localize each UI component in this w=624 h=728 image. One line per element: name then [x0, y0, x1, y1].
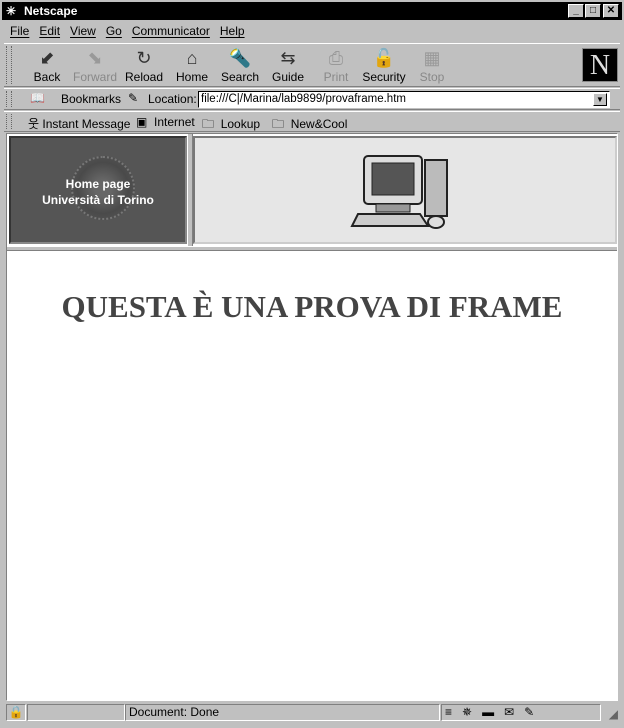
guide-signpost-icon: ⇆: [280, 48, 296, 68]
location-toolbar: 📖 Bookmarks ✎ Location: file:///C|/Marin…: [4, 88, 620, 110]
folder-icon: 🗀: [202, 117, 215, 131]
stop-icon: ▦: [423, 48, 441, 68]
home-icon: ⌂: [186, 48, 198, 68]
forward-button[interactable]: ⬊ Forward: [72, 46, 118, 84]
search-label: Search: [220, 70, 260, 84]
security-button[interactable]: 🔓 Security: [361, 46, 407, 84]
component-grip-icon[interactable]: ≡: [445, 705, 462, 719]
url-input[interactable]: file:///C|/Marina/lab9899/provaframe.htm…: [198, 91, 610, 108]
toolbar-grip[interactable]: [6, 46, 12, 84]
stop-label: Stop: [419, 70, 445, 84]
new-cool-label: New&Cool: [290, 117, 348, 131]
status-text: Document: Done: [125, 704, 440, 721]
personal-toolbar: 웃 Instant Message ▣ Internet 🗀 Lookup 🗀 …: [4, 111, 620, 132]
url-dropdown-button[interactable]: ▼: [593, 93, 607, 106]
toolbar-grip[interactable]: [6, 91, 12, 107]
menu-go[interactable]: Go: [106, 24, 122, 38]
url-text: file:///C|/Marina/lab9899/provaframe.htm: [201, 93, 406, 105]
menu-help[interactable]: Help: [220, 24, 245, 38]
internet-button[interactable]: ▣ Internet: [136, 115, 195, 129]
menu-communicator[interactable]: Communicator: [132, 24, 210, 38]
print-button[interactable]: ⎙ Print: [313, 46, 359, 84]
title-bar: ✳ Netscape _ □ ✕: [2, 2, 622, 20]
bookmarks-button[interactable]: Bookmarks: [61, 92, 121, 106]
guide-label: Guide: [271, 70, 305, 84]
computer-icon: [350, 155, 448, 229]
folder-icon: 🗀: [272, 117, 285, 131]
navigator-icon[interactable]: ✵: [462, 705, 482, 719]
home-page-text: Home page: [65, 177, 131, 191]
minimize-button[interactable]: _: [568, 4, 584, 18]
content-frames: Home page Università di Torino QUESTA È …: [6, 133, 618, 701]
window-title: Netscape: [24, 4, 78, 18]
reload-label: Reload: [124, 70, 164, 84]
menu-bar: File Edit View Go Communicator Help: [4, 22, 245, 40]
back-label: Back: [33, 70, 61, 84]
printer-icon: ⎙: [328, 48, 344, 68]
menu-view[interactable]: View: [70, 24, 96, 38]
forward-arrow-icon: ⬊: [87, 48, 103, 68]
main-frame: QUESTA È UNA PROVA DI FRAME: [7, 251, 617, 700]
banner-frame: [193, 136, 617, 244]
composer-icon[interactable]: ✎: [524, 705, 544, 719]
menu-file[interactable]: File: [10, 24, 29, 38]
reload-icon: ↻: [136, 48, 152, 68]
discussion-icon[interactable]: ✉: [504, 705, 524, 719]
home-page-link[interactable]: Home page Università di Torino: [11, 176, 185, 208]
security-label: Security: [362, 70, 406, 84]
navigation-toolbar: ⬋ Back ⬊ Forward ↻ Reload ⌂ Home 🔦 Search ⇆ Gu…: [4, 43, 620, 87]
resize-grip-icon[interactable]: ◢: [609, 707, 618, 721]
bookmarks-icon: 📖: [30, 91, 45, 105]
close-button[interactable]: ✕: [603, 4, 619, 18]
print-label: Print: [323, 70, 349, 84]
component-bar: ≡✵▬✉✎: [441, 704, 601, 721]
toolbar-grip[interactable]: [6, 114, 12, 129]
reload-button[interactable]: ↻ Reload: [121, 46, 167, 84]
person-icon: 웃: [28, 117, 40, 131]
menu-edit[interactable]: Edit: [39, 24, 60, 38]
padlock-icon: 🔓: [372, 48, 396, 68]
university-text: Università di Torino: [42, 193, 154, 207]
forward-label: Forward: [72, 70, 117, 84]
netscape-logo[interactable]: N: [582, 48, 618, 82]
left-nav-frame: Home page Università di Torino: [9, 136, 187, 244]
guide-button[interactable]: ⇆ Guide: [265, 46, 311, 84]
mailbox-icon[interactable]: ▬: [482, 705, 504, 719]
security-lock-icon[interactable]: 🔒: [6, 704, 26, 721]
netscape-page-icon: ▣: [136, 115, 148, 129]
search-button[interactable]: 🔦 Search: [217, 46, 263, 84]
home-label: Home: [175, 70, 208, 84]
search-flashlight-icon: 🔦: [228, 48, 252, 68]
stop-button[interactable]: ▦ Stop: [409, 46, 455, 84]
status-bar: 🔒 Document: Done ≡✵▬✉✎ ◢: [4, 703, 620, 723]
instant-message-button[interactable]: 웃 Instant Message: [28, 115, 130, 132]
home-button[interactable]: ⌂ Home: [169, 46, 215, 84]
instant-message-label: Instant Message: [42, 117, 131, 131]
maximize-button[interactable]: □: [585, 4, 601, 18]
location-page-icon[interactable]: ✎: [128, 91, 138, 105]
lookup-label: Lookup: [220, 117, 261, 131]
back-button[interactable]: ⬋ Back: [24, 46, 70, 84]
back-arrow-icon: ⬋: [39, 48, 55, 68]
netscape-app-icon: ✳: [6, 4, 17, 18]
internet-label: Internet: [154, 115, 195, 129]
page-heading: QUESTA È UNA PROVA DI FRAME: [61, 289, 563, 324]
progress-bar: [27, 704, 125, 721]
location-label: Location:: [148, 92, 197, 106]
